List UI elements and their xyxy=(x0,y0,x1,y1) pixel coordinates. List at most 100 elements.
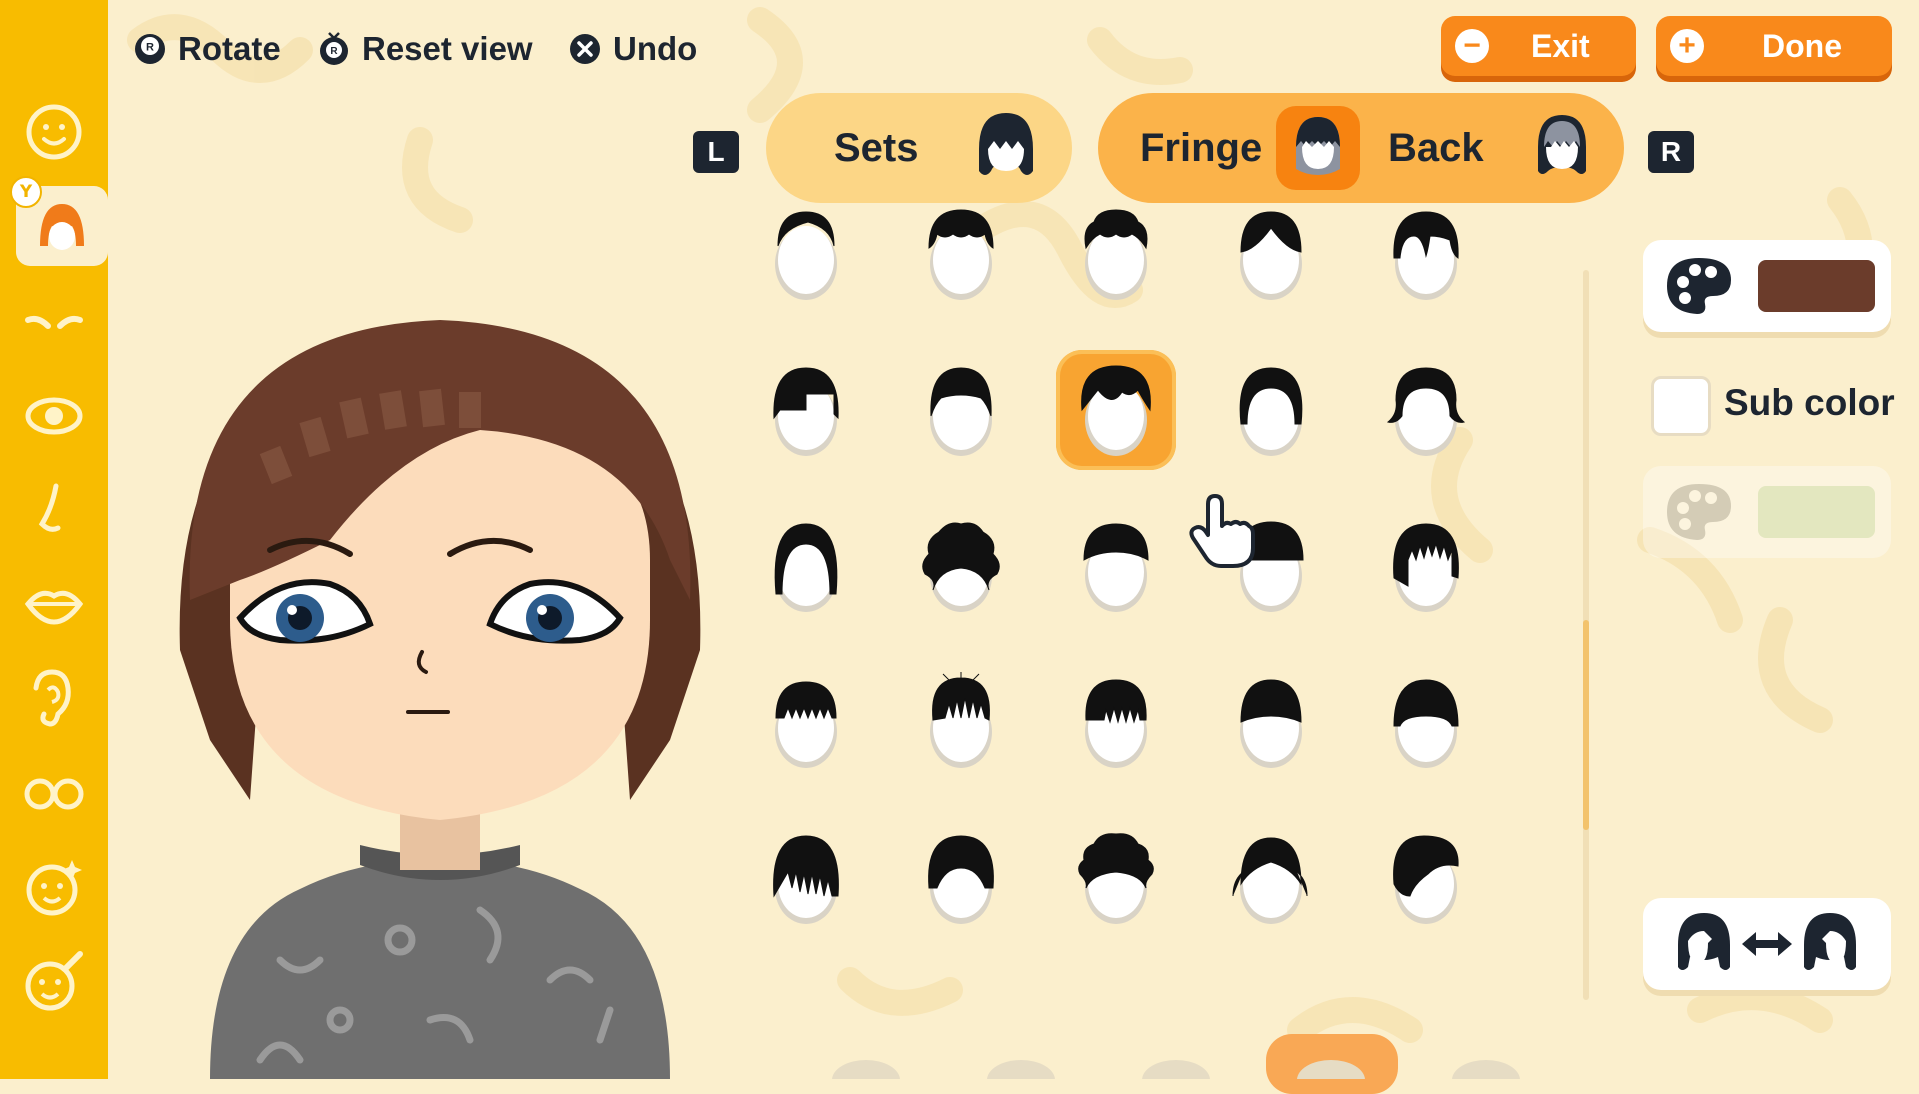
hairstyle-option[interactable] xyxy=(901,506,1021,626)
hairstyle-preview-icon xyxy=(1084,209,1148,300)
hairstyle-preview-icon xyxy=(930,367,992,456)
hairstyle-preview-icon xyxy=(928,835,994,924)
hairstyle-option[interactable] xyxy=(746,662,866,782)
rotate-label: Rotate xyxy=(178,30,281,67)
hairstyle-option[interactable] xyxy=(901,662,1021,782)
grid-scrollbar-thumb[interactable] xyxy=(1583,620,1589,830)
svg-text:R: R xyxy=(330,46,338,57)
hairstyle-option[interactable] xyxy=(1056,194,1176,314)
right-stick-press-icon: R xyxy=(320,32,348,65)
hairstyle-preview-icon xyxy=(1081,365,1151,456)
hairstyle-preview-icon xyxy=(1078,833,1154,924)
nose-icon[interactable] xyxy=(12,470,96,550)
hairstyle-option[interactable] xyxy=(1366,662,1486,782)
hairstyle-option[interactable] xyxy=(746,350,866,470)
hairstyle-option[interactable] xyxy=(1366,194,1486,314)
hairstyle-preview-icon xyxy=(775,211,837,300)
sub-color-checkbox[interactable] xyxy=(1651,376,1711,436)
hairstyle-option[interactable] xyxy=(1056,350,1176,470)
facial-features-icon[interactable] xyxy=(12,940,96,1020)
exit-button[interactable]: − Exit xyxy=(1441,16,1636,76)
hairstyle-preview-icon xyxy=(775,681,837,768)
sub-color-button xyxy=(1643,466,1891,558)
hairstyle-preview-icon xyxy=(1393,679,1459,768)
right-stick-icon: R xyxy=(135,34,165,64)
hairstyle-option[interactable] xyxy=(1211,818,1331,938)
hairstyle-option[interactable] xyxy=(901,818,1021,938)
hairstyle-preview-icon xyxy=(928,209,994,300)
hairstyle-option[interactable] xyxy=(1056,506,1176,626)
flip-hair-button[interactable] xyxy=(1643,898,1891,990)
main-color-button[interactable] xyxy=(1643,240,1891,332)
palette-icon xyxy=(1667,258,1731,314)
undo-label: Undo xyxy=(613,30,698,67)
sub-color-label: Sub color xyxy=(1724,382,1895,423)
hairstyle-preview-icon xyxy=(773,367,839,456)
hairstyle-option[interactable] xyxy=(901,194,1021,314)
hand-cursor-icon xyxy=(1189,494,1255,568)
hairstyle-preview-icon xyxy=(930,672,992,768)
hairstyle-option[interactable] xyxy=(746,506,866,626)
hairstyle-option[interactable] xyxy=(746,818,866,938)
exit-label: Exit xyxy=(1531,27,1590,64)
eyebrows-icon[interactable] xyxy=(12,282,96,362)
tab-sets[interactable]: Sets xyxy=(766,93,1072,203)
hairstyle-preview-icon xyxy=(1240,211,1302,300)
x-button-icon xyxy=(570,34,600,64)
tab-back-label: Back xyxy=(1388,125,1484,170)
tab-back[interactable] xyxy=(1520,106,1604,190)
rotate-control[interactable]: R Rotate xyxy=(132,30,281,68)
makeup-icon[interactable] xyxy=(12,846,96,926)
flip-hair-icon xyxy=(1678,913,1856,970)
tab-fringe-label: Fringe xyxy=(1140,125,1263,170)
hairstyle-option[interactable] xyxy=(1211,662,1331,782)
hairstyle-preview-icon xyxy=(1393,523,1459,612)
tab-fringe[interactable] xyxy=(1276,106,1360,190)
main-color-swatch xyxy=(1758,260,1875,312)
hairstyle-option[interactable] xyxy=(1056,662,1176,782)
hairstyle-preview-icon xyxy=(922,522,1000,612)
sets-hair-icon xyxy=(964,106,1048,190)
plus-icon: + xyxy=(1670,29,1704,63)
mii-avatar-preview[interactable] xyxy=(150,300,730,1079)
hairstyle-preview-icon xyxy=(1083,523,1149,612)
sub-palette-icon xyxy=(1667,484,1731,540)
tab-sets-label: Sets xyxy=(834,125,919,170)
sub-color-swatch xyxy=(1758,486,1875,538)
fringe-back-tab-group: Fringe Back xyxy=(1098,93,1624,203)
hairstyle-preview-icon xyxy=(1085,679,1147,768)
hairstyle-option[interactable] xyxy=(1211,194,1331,314)
hairstyle-option[interactable] xyxy=(901,350,1021,470)
svg-text:R: R xyxy=(146,42,154,54)
hairstyle-preview-icon xyxy=(1232,837,1308,924)
hairstyle-option[interactable] xyxy=(1211,350,1331,470)
hairstyle-option[interactable] xyxy=(1366,350,1486,470)
r-shoulder-key[interactable]: R xyxy=(1648,131,1694,173)
hairstyle-preview-icon xyxy=(1393,211,1459,300)
hairstyle-option[interactable] xyxy=(1366,818,1486,938)
hairstyle-preview-icon xyxy=(773,835,839,924)
hairstyle-preview-icon xyxy=(774,523,838,612)
hairstyle-preview-icon xyxy=(1240,679,1302,768)
minus-icon: − xyxy=(1455,29,1489,63)
hairstyle-preview-icon xyxy=(1386,367,1466,456)
hairstyle-preview-icon xyxy=(1393,835,1459,924)
face-shape-icon[interactable] xyxy=(12,92,96,172)
eyes-icon[interactable] xyxy=(12,376,96,456)
reset-view-label: Reset view xyxy=(362,30,533,67)
hairstyle-option[interactable] xyxy=(1366,506,1486,626)
done-button[interactable]: + Done xyxy=(1656,16,1892,76)
mouth-icon[interactable] xyxy=(12,564,96,644)
hairstyle-option[interactable] xyxy=(1056,818,1176,938)
category-sidebar: Y xyxy=(0,0,108,1079)
ears-icon[interactable] xyxy=(12,658,96,738)
hairstyle-option[interactable] xyxy=(746,194,866,314)
glasses-icon[interactable] xyxy=(12,752,96,832)
undo-control[interactable]: Undo xyxy=(567,30,697,68)
done-label: Done xyxy=(1762,27,1842,64)
l-shoulder-key[interactable]: L xyxy=(693,131,739,173)
hairstyle-preview-icon xyxy=(1239,367,1303,456)
next-row-selected-hint xyxy=(1266,1034,1398,1094)
reset-view-control[interactable]: R Reset view xyxy=(316,30,533,68)
y-button-badge: Y xyxy=(10,176,42,208)
